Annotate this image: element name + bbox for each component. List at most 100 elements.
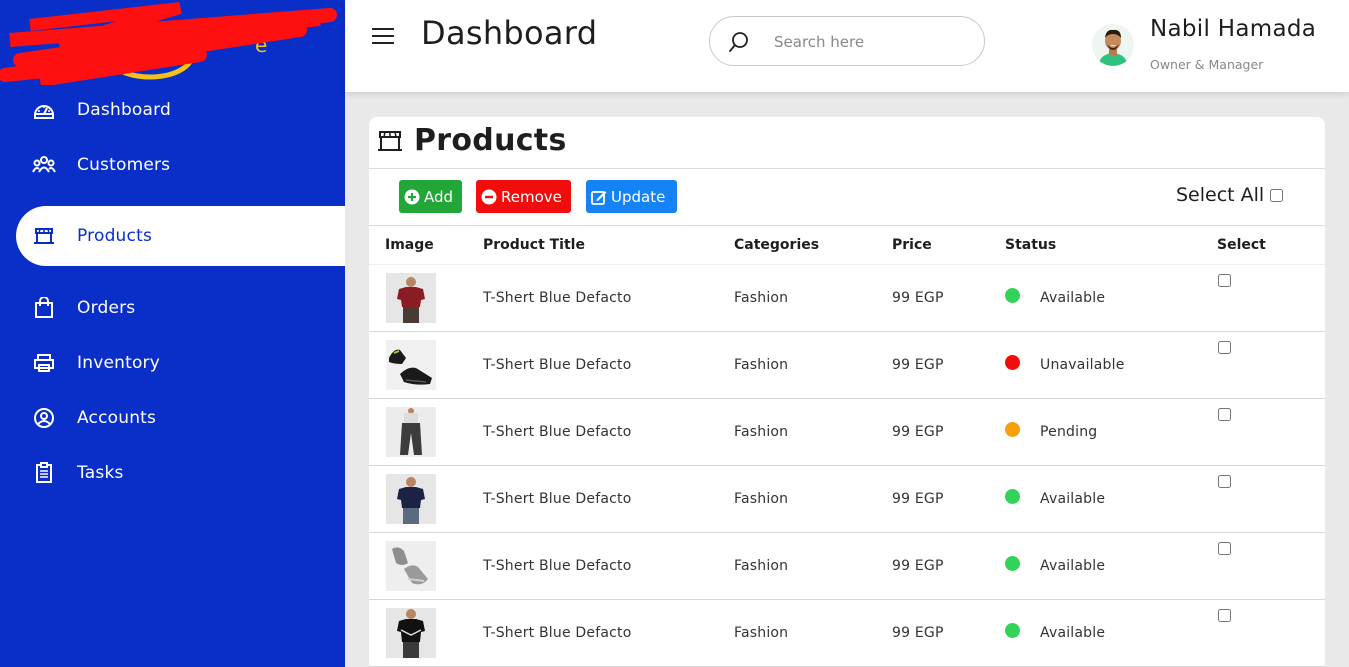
sidebar-item-inventory[interactable]: Inventory <box>0 339 345 387</box>
sidebar-item-label: Inventory <box>77 353 160 373</box>
search-icon[interactable] <box>728 31 750 53</box>
status-dot <box>1005 623 1020 638</box>
select-all-label: Select All <box>1176 184 1265 206</box>
product-category: Fashion <box>734 398 892 466</box>
row-select-checkbox[interactable] <box>1218 273 1231 287</box>
table-row[interactable]: T-Shert Blue Defacto Fashion 99 EGP Avai… <box>369 465 1325 533</box>
customers-group-icon <box>32 153 56 177</box>
row-select-checkbox[interactable] <box>1218 407 1231 421</box>
product-category: Fashion <box>734 331 892 399</box>
product-price: 99 EGP <box>892 532 1005 600</box>
status-text: Available <box>1040 490 1106 507</box>
remove-button[interactable]: Remove <box>476 180 571 213</box>
products-shop-icon <box>32 224 56 248</box>
product-title: T-Shert Blue Defacto <box>483 331 734 399</box>
sidebar-item-label: Customers <box>77 155 171 175</box>
select-all[interactable]: Select All <box>1176 184 1284 206</box>
sidebar-item-accounts[interactable]: Accounts <box>0 394 345 442</box>
user-role: Owner & Manager <box>1150 57 1264 72</box>
avatar[interactable] <box>1092 24 1134 66</box>
clipboard-icon <box>32 461 56 485</box>
column-header-image: Image <box>369 226 483 265</box>
edit-icon <box>591 189 607 205</box>
shopping-bag-icon <box>32 296 56 320</box>
product-image-red-tshirt <box>386 273 436 323</box>
status-dot <box>1005 489 1020 504</box>
status-dot <box>1005 556 1020 571</box>
product-price: 99 EGP <box>892 264 1005 332</box>
product-title: T-Shert Blue Defacto <box>483 398 734 466</box>
products-toolbar: Add Remove Update Select All <box>369 169 1325 226</box>
product-price: 99 EGP <box>892 398 1005 466</box>
product-image-grey-pants <box>386 407 436 457</box>
product-category: Fashion <box>734 264 892 332</box>
update-button-label: Update <box>611 187 666 206</box>
sidebar-item-products[interactable]: Products <box>16 206 345 266</box>
products-table: Image Product Title Categories Price Sta… <box>369 226 1325 667</box>
column-header-title: Product Title <box>483 226 734 265</box>
product-image-black-sneakers <box>386 340 436 390</box>
status-dot <box>1005 355 1020 370</box>
inventory-printer-icon <box>32 351 56 375</box>
products-card: Products Add Remove Update Select All Im… <box>369 117 1325 667</box>
sidebar-item-tasks[interactable]: Tasks <box>0 449 345 497</box>
product-price: 99 EGP <box>892 331 1005 399</box>
products-shop-icon <box>377 129 403 155</box>
add-button-label: Add <box>424 187 454 206</box>
user-name: Nabil Hamada <box>1150 16 1317 42</box>
column-header-categories: Categories <box>734 226 892 265</box>
sidebar-item-label: Dashboard <box>77 100 172 120</box>
sidebar-item-label: Tasks <box>77 463 124 483</box>
brand-logo[interactable]: e <box>0 0 340 85</box>
hamburger-menu-icon[interactable] <box>372 27 394 45</box>
search-box[interactable] <box>709 16 985 66</box>
sidebar: e Dashboard Customers Products Orders In… <box>0 0 345 667</box>
status-text: Available <box>1040 557 1106 574</box>
product-title: T-Shert Blue Defacto <box>483 264 734 332</box>
dashboard-gauge-icon <box>32 98 56 122</box>
product-category: Fashion <box>734 532 892 600</box>
update-button[interactable]: Update <box>586 180 677 213</box>
search-input[interactable] <box>774 27 969 57</box>
table-row[interactable]: T-Shert Blue Defacto Fashion 99 EGP Unav… <box>369 331 1325 399</box>
row-select-checkbox[interactable] <box>1218 608 1231 622</box>
status-dot <box>1005 288 1020 303</box>
sidebar-item-label: Accounts <box>77 408 157 428</box>
account-user-icon <box>32 406 56 430</box>
product-image-black-tshirt <box>386 608 436 658</box>
table-row[interactable]: T-Shert Blue Defacto Fashion 99 EGP Avai… <box>369 599 1325 667</box>
table-row[interactable]: T-Shert Blue Defacto Fashion 99 EGP Avai… <box>369 532 1325 600</box>
column-header-price: Price <box>892 226 1005 265</box>
top-bar: Dashboard Nabil Hamada Owner & Manager <box>345 0 1349 92</box>
sidebar-item-orders[interactable]: Orders <box>0 284 345 332</box>
table-row[interactable]: T-Shert Blue Defacto Fashion 99 EGP Pend… <box>369 398 1325 466</box>
product-title: T-Shert Blue Defacto <box>483 599 734 667</box>
column-header-status: Status <box>1005 226 1217 265</box>
sidebar-item-label: Orders <box>77 298 136 318</box>
status-text: Unavailable <box>1040 356 1125 373</box>
sidebar-item-label: Products <box>77 226 153 246</box>
product-price: 99 EGP <box>892 599 1005 667</box>
row-select-checkbox[interactable] <box>1218 541 1231 555</box>
status-text: Available <box>1040 289 1106 306</box>
products-card-header: Products <box>369 117 1325 169</box>
page-title: Dashboard <box>421 14 598 52</box>
select-all-checkbox[interactable] <box>1270 189 1284 202</box>
row-select-checkbox[interactable] <box>1218 474 1231 488</box>
plus-circle-icon <box>404 189 420 205</box>
status-dot <box>1005 422 1020 437</box>
products-title: Products <box>414 123 567 158</box>
product-title: T-Shert Blue Defacto <box>483 532 734 600</box>
product-price: 99 EGP <box>892 465 1005 533</box>
sidebar-item-customers[interactable]: Customers <box>0 141 345 189</box>
table-header-row: Image Product Title Categories Price Sta… <box>369 226 1325 265</box>
row-select-checkbox[interactable] <box>1218 340 1231 354</box>
remove-button-label: Remove <box>501 187 562 206</box>
column-header-select: Select <box>1217 226 1325 265</box>
sidebar-item-dashboard[interactable]: Dashboard <box>0 86 345 134</box>
product-category: Fashion <box>734 599 892 667</box>
table-row[interactable]: T-Shert Blue Defacto Fashion 99 EGP Avai… <box>369 264 1325 332</box>
product-title: T-Shert Blue Defacto <box>483 465 734 533</box>
product-image-navy-tshirt <box>386 474 436 524</box>
add-button[interactable]: Add <box>399 180 462 213</box>
